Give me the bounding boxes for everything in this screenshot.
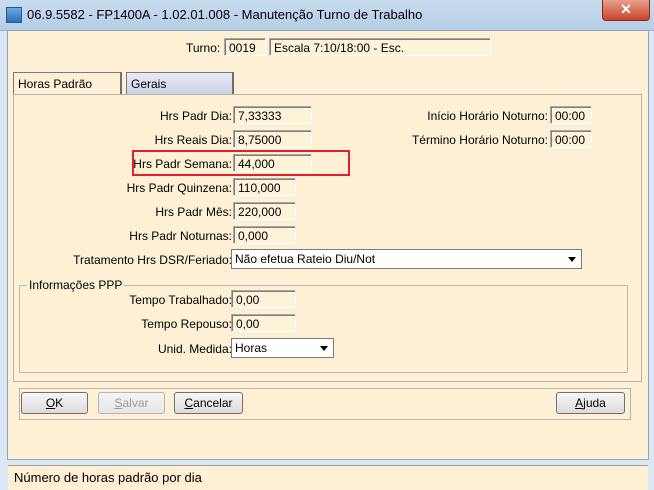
salvar-mnemonic: S xyxy=(114,396,123,410)
inicio-horario-noturno-field[interactable]: 00:00 xyxy=(550,106,592,124)
hrs-padr-quinzena-field[interactable]: 110,000 xyxy=(233,178,296,196)
unid-medida-value: Horas xyxy=(235,341,268,355)
tempo-repouso-field[interactable]: 0,00 xyxy=(231,314,296,332)
tempo-trabalhado-label: Tempo Trabalhado: xyxy=(129,293,232,307)
unid-medida-label: Unid. Medida: xyxy=(157,342,232,356)
cancelar-mnemonic: C xyxy=(184,396,194,410)
hrs-padr-noturnas-field[interactable]: 0,000 xyxy=(233,226,296,244)
cancelar-label: ancelar xyxy=(193,396,233,410)
hrs-reais-dia-label: Hrs Reais Dia: xyxy=(154,133,232,147)
app-icon xyxy=(6,7,22,23)
cancelar-button[interactable]: Cancelar xyxy=(174,392,243,414)
turno-description-field[interactable]: Escala 7:10/18:00 - Esc. xyxy=(269,38,491,56)
status-bar: Número de horas padrão por dia xyxy=(8,465,648,490)
tab-horas-padrao[interactable]: Horas Padrão xyxy=(13,72,122,94)
ajuda-mnemonic: A xyxy=(575,396,584,410)
tratamento-dsr-label: Tratamento Hrs DSR/Feriado: xyxy=(73,253,232,267)
turno-code-field[interactable]: 0019 xyxy=(224,38,266,56)
hrs-padr-mes-label: Hrs Padr Mês: xyxy=(155,205,232,219)
turno-label: Turno: xyxy=(186,41,221,55)
status-text: Número de horas padrão por dia xyxy=(14,470,202,485)
hrs-padr-quinzena-label: Hrs Padr Quinzena: xyxy=(126,181,232,195)
ok-mnemonic: O xyxy=(45,396,56,410)
tratamento-dsr-value: Não efetua Rateio Diu/Not xyxy=(235,252,376,266)
chevron-down-icon xyxy=(568,257,576,262)
ajuda-button[interactable]: Ajuda xyxy=(556,392,625,414)
salvar-button[interactable]: Salvar xyxy=(98,392,165,414)
termino-horario-noturno-field[interactable]: 00:00 xyxy=(550,130,592,148)
termino-horario-noturno-label: Término Horário Noturno: xyxy=(411,133,548,147)
title-bar[interactable]: 06.9.5582 - FP1400A - 1.02.01.008 - Manu… xyxy=(0,0,654,31)
hrs-reais-dia-field[interactable]: 8,75000 xyxy=(233,130,312,148)
salvar-label: alvar xyxy=(122,396,149,410)
ok-button[interactable]: OK xyxy=(21,392,88,414)
tempo-trabalhado-field[interactable]: 0,00 xyxy=(231,290,296,308)
hrs-padr-dia-label: Hrs Padr Dia: xyxy=(159,109,232,123)
ppp-group-title: Informações PPP xyxy=(27,278,125,292)
hrs-padr-mes-field[interactable]: 220,000 xyxy=(233,202,296,220)
hrs-padr-noturnas-label: Hrs Padr Noturnas: xyxy=(129,229,232,243)
window-title: 06.9.5582 - FP1400A - 1.02.01.008 - Manu… xyxy=(27,7,423,22)
hrs-padr-dia-field[interactable]: 7,33333 xyxy=(233,106,312,124)
close-button[interactable]: ✕ xyxy=(602,0,650,21)
inicio-horario-noturno-label: Início Horário Noturno: xyxy=(427,109,548,123)
dialog-body: Turno: 0019 Escala 7:10/18:00 - Esc. Hor… xyxy=(7,30,649,490)
unid-medida-select[interactable]: Horas xyxy=(231,338,334,358)
tempo-repouso-label: Tempo Repouso: xyxy=(141,317,232,331)
highlight-box xyxy=(132,150,350,176)
chevron-down-icon xyxy=(320,346,328,351)
tratamento-dsr-select[interactable]: Não efetua Rateio Diu/Not xyxy=(231,249,582,269)
ajuda-label: juda xyxy=(583,396,606,410)
ok-label: K xyxy=(55,396,64,410)
ppp-group xyxy=(19,285,628,373)
tab-gerais[interactable]: Gerais xyxy=(126,72,234,94)
